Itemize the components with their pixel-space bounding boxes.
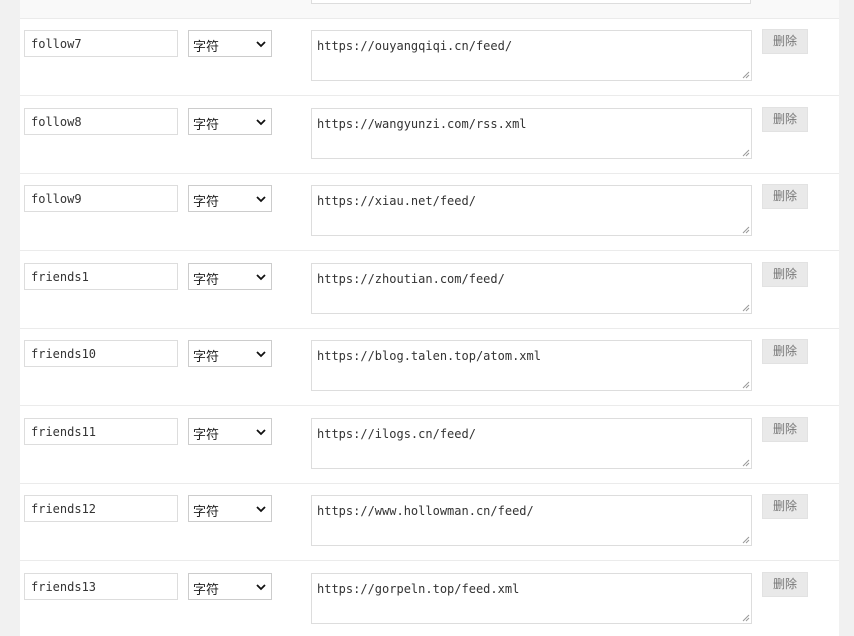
chevron-down-icon xyxy=(256,119,266,126)
field-name-input[interactable] xyxy=(24,30,178,57)
delete-button[interactable]: 删除 xyxy=(762,262,808,287)
field-value-textarea[interactable]: https://zhoutian.com/feed/ xyxy=(311,263,752,314)
delete-button[interactable]: 删除 xyxy=(762,29,808,54)
field-value-textarea[interactable]: https://ouyangqiqi.cn/feed/ xyxy=(311,30,752,81)
field-type-value: 字符 xyxy=(193,505,220,520)
delete-button[interactable]: 删除 xyxy=(762,572,808,597)
chevron-down-icon xyxy=(256,274,266,281)
field-value-textarea[interactable]: https://www.hollowman.cn/feed/ xyxy=(311,495,752,546)
field-name-input[interactable] xyxy=(24,340,178,367)
custom-field-row: 字符 https://wangyunzi.com/rss.xml 删除 xyxy=(20,97,839,174)
field-value-textarea[interactable]: https://xiau.net/feed/ xyxy=(311,185,752,236)
field-type-select[interactable]: 字符 xyxy=(188,573,272,600)
custom-field-row: 字符 https://ilogs.cn/feed/ 删除 xyxy=(20,407,839,484)
chevron-down-icon xyxy=(256,429,266,436)
field-name-input[interactable] xyxy=(24,495,178,522)
field-name-input[interactable] xyxy=(24,263,178,290)
field-type-value: 字符 xyxy=(193,428,220,443)
custom-fields-panel: 字符 https://ouyangqiqi.cn/feed/ 删除 字符 htt… xyxy=(20,0,839,636)
field-type-value: 字符 xyxy=(193,273,220,288)
field-name-input[interactable] xyxy=(24,418,178,445)
field-value-textarea[interactable]: https://gorpeln.top/feed.xml xyxy=(311,573,752,624)
previous-row-strip xyxy=(20,0,839,19)
chevron-down-icon xyxy=(256,506,266,513)
field-type-value: 字符 xyxy=(193,40,220,55)
field-name-input[interactable] xyxy=(24,108,178,135)
chevron-down-icon xyxy=(256,196,266,203)
custom-field-row: 字符 https://ouyangqiqi.cn/feed/ 删除 xyxy=(20,19,839,96)
field-type-select[interactable]: 字符 xyxy=(188,340,272,367)
field-type-select[interactable]: 字符 xyxy=(188,30,272,57)
field-value-textarea[interactable]: https://ilogs.cn/feed/ xyxy=(311,418,752,469)
delete-button[interactable]: 删除 xyxy=(762,417,808,442)
field-type-value: 字符 xyxy=(193,583,220,598)
delete-button[interactable]: 删除 xyxy=(762,184,808,209)
previous-value-textarea[interactable] xyxy=(311,0,751,4)
delete-button[interactable]: 删除 xyxy=(762,494,808,519)
chevron-down-icon xyxy=(256,351,266,358)
delete-button[interactable]: 删除 xyxy=(762,339,808,364)
field-type-value: 字符 xyxy=(193,195,220,210)
custom-field-row: 字符 https://www.hollowman.cn/feed/ 删除 xyxy=(20,484,839,561)
custom-field-row: 字符 https://xiau.net/feed/ 删除 xyxy=(20,174,839,251)
field-type-select[interactable]: 字符 xyxy=(188,263,272,290)
custom-field-row: 字符 https://gorpeln.top/feed.xml 删除 xyxy=(20,562,839,636)
custom-field-row: 字符 https://blog.talen.top/atom.xml 删除 xyxy=(20,329,839,406)
delete-button[interactable]: 删除 xyxy=(762,107,808,132)
field-type-select[interactable]: 字符 xyxy=(188,185,272,212)
chevron-down-icon xyxy=(256,584,266,591)
chevron-down-icon xyxy=(256,41,266,48)
field-name-input[interactable] xyxy=(24,573,178,600)
field-type-value: 字符 xyxy=(193,118,220,133)
custom-field-row: 字符 https://zhoutian.com/feed/ 删除 xyxy=(20,252,839,329)
field-value-textarea[interactable]: https://blog.talen.top/atom.xml xyxy=(311,340,752,391)
field-type-value: 字符 xyxy=(193,350,220,365)
field-value-textarea[interactable]: https://wangyunzi.com/rss.xml xyxy=(311,108,752,159)
field-name-input[interactable] xyxy=(24,185,178,212)
field-type-select[interactable]: 字符 xyxy=(188,108,272,135)
field-type-select[interactable]: 字符 xyxy=(188,418,272,445)
field-type-select[interactable]: 字符 xyxy=(188,495,272,522)
